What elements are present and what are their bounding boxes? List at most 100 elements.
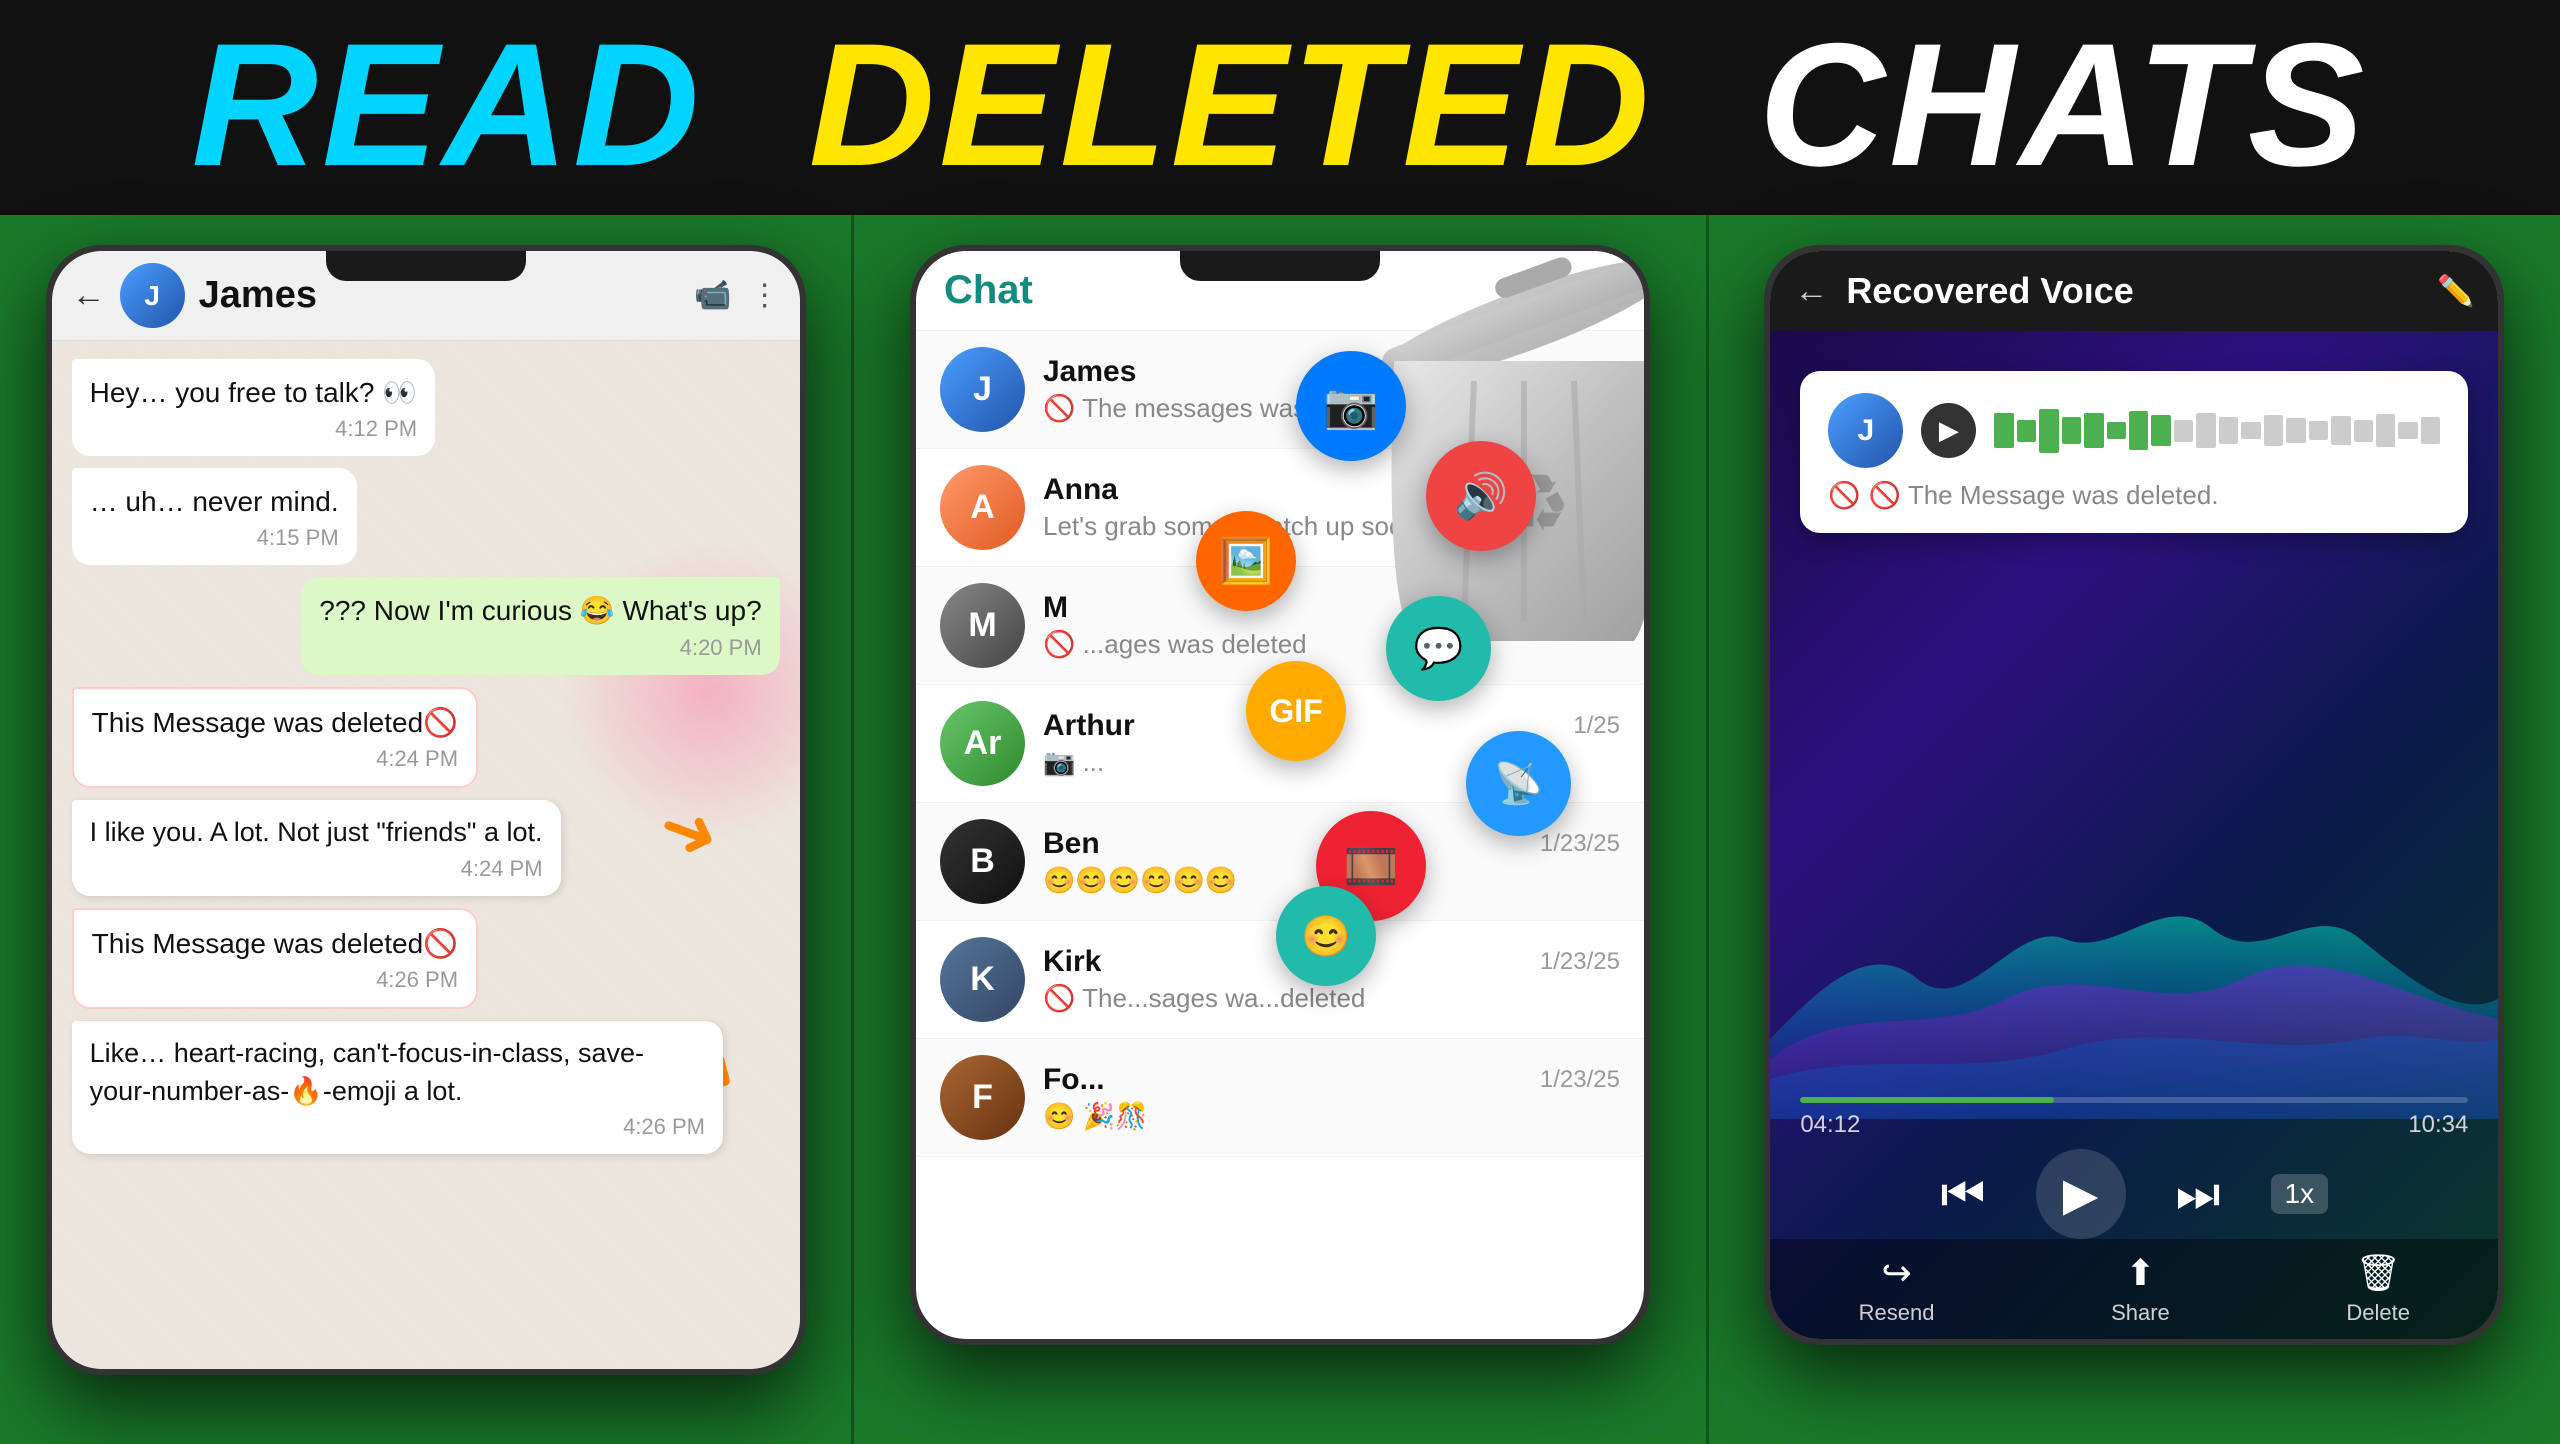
message-deleted-text-2: This Message was deleted🚫 xyxy=(92,924,458,963)
progress-bar-fill xyxy=(1800,1097,2054,1103)
cli-time-kirk: 1/23/25 xyxy=(1540,948,1620,976)
cli-name-row-james: James xyxy=(1043,355,1620,389)
cli-time-ben: 1/23/25 xyxy=(1540,830,1620,858)
chat-info-arthur: Arthur 1/25 📷 ... xyxy=(1043,709,1620,778)
avatar-anna: A xyxy=(940,465,1025,550)
chat-info-anna: Anna Let's grab some... catch up soo... xyxy=(1043,473,1620,542)
progress-area: 04:12 10:34 xyxy=(1770,1097,2498,1139)
voice-controls: ⏮ ▶ ⏭ 1x xyxy=(1770,1149,2498,1239)
voice-edit-icon[interactable]: ✏️ xyxy=(2437,274,2474,309)
chat-list-item-anna[interactable]: A Anna Let's grab some... catch up soo..… xyxy=(916,449,1644,567)
resend-button[interactable]: ↪ Resend xyxy=(1859,1252,1935,1326)
video-call-icon[interactable]: 📹 xyxy=(694,278,731,313)
message-text-2: … uh… never mind. xyxy=(90,482,339,521)
voice-message-card: J ▶ xyxy=(1800,371,2468,533)
share-icon: ⬆ xyxy=(2125,1252,2155,1294)
voice-back-button[interactable]: ← xyxy=(1794,272,1828,311)
header-icons: 📹 ⋮ xyxy=(694,278,779,313)
phone-panel-middle: Chat 🔍 ⋮ J James xyxy=(854,215,1708,1444)
chat-list-item-fo[interactable]: F Fo... 1/23/25 😊 🎉🎊 xyxy=(916,1039,1644,1157)
chat-list: J James 🚫 The messages was delete... A xyxy=(916,331,1644,1157)
cli-msg-kirk: 🚫 The...sages wa...deleted xyxy=(1043,983,1620,1014)
phone-notch-left xyxy=(326,251,526,281)
message-time-2: 4:15 PM xyxy=(90,525,339,551)
play-button[interactable]: ▶ xyxy=(1921,403,1976,458)
phone-notch-right xyxy=(2034,251,2234,281)
cli-name-m: M xyxy=(1043,591,1068,625)
skip-forward-button[interactable]: ⏭ xyxy=(2176,1165,2221,1224)
message-bubble-received: Hey… you free to talk? 👀 4:12 PM xyxy=(72,359,435,456)
chat-list-item-arthur[interactable]: Ar Arthur 1/25 📷 ... xyxy=(916,685,1644,803)
message-time-3: 4:20 PM xyxy=(319,635,761,661)
contact-avatar: J xyxy=(120,263,185,328)
message-row-1: Hey… you free to talk? 👀 4:12 PM xyxy=(72,359,780,456)
message-deleted-text-1: This Message was deleted🚫 xyxy=(92,703,458,742)
voice-deleted-notice: 🚫 🚫 The Message was deleted. xyxy=(1828,480,2440,511)
avatar-arthur: Ar xyxy=(940,701,1025,786)
avatar-m: M xyxy=(940,583,1025,668)
cli-name-row-kirk: Kirk 1/23/25 xyxy=(1043,945,1620,979)
total-time: 10:34 xyxy=(2408,1111,2468,1139)
phone-notch-middle xyxy=(1180,251,1380,281)
recovered-time-2: 4:26 PM xyxy=(90,1114,705,1140)
cli-name-arthur: Arthur xyxy=(1043,709,1135,743)
voice-screen: J ▶ xyxy=(1770,331,2498,1339)
message-deleted-1: This Message was deleted🚫 4:24 PM xyxy=(72,687,478,788)
cli-msg-fo: 😊 🎉🎊 xyxy=(1043,1101,1620,1132)
avatar-ben: B xyxy=(940,819,1025,904)
word-deleted: DELETED xyxy=(809,8,1654,203)
cli-time-fo: 1/23/25 xyxy=(1540,1066,1620,1094)
avatar-james: J xyxy=(940,347,1025,432)
voice-avatar: J xyxy=(1828,393,1903,468)
cli-name-row-anna: Anna xyxy=(1043,473,1620,507)
recovered-message-2: Like… heart-racing, can't-focus-in-class… xyxy=(72,1021,723,1155)
cli-msg-ben: 😊😊😊😊😊😊 xyxy=(1043,865,1620,896)
cli-time-arthur: 1/25 xyxy=(1573,712,1620,740)
message-bubble-received-2: … uh… never mind. 4:15 PM xyxy=(72,468,357,565)
chat-list-item-ben[interactable]: B Ben 1/23/25 😊😊😊😊😊😊 xyxy=(916,803,1644,921)
cli-name-anna: Anna xyxy=(1043,473,1118,507)
chat-info-ben: Ben 1/23/25 😊😊😊😊😊😊 xyxy=(1043,827,1620,896)
message-time: 4:12 PM xyxy=(90,416,417,442)
chat-list-item-kirk[interactable]: K Kirk 1/23/25 🚫 The...sages wa...delete… xyxy=(916,921,1644,1039)
cli-msg-anna: Let's grab some... catch up soo... xyxy=(1043,511,1620,542)
waveform-visualization xyxy=(1770,739,2498,1119)
chat-list-menu-icon[interactable]: ⋮ xyxy=(1584,272,1616,310)
chat-list-icons: 🔍 ⋮ xyxy=(1522,272,1616,310)
play-pause-button[interactable]: ▶ xyxy=(2036,1149,2126,1239)
chat-list-item-james[interactable]: J James 🚫 The messages was delete... xyxy=(916,331,1644,449)
waveform-bars xyxy=(1994,409,2440,453)
cli-name-row-arthur: Arthur 1/25 xyxy=(1043,709,1620,743)
message-deleted-time-2: 4:26 PM xyxy=(92,967,458,993)
word-chats: CHATS xyxy=(1759,8,2369,203)
skip-back-button[interactable]: ⏮ xyxy=(1941,1165,1986,1224)
cli-name-fo: Fo... xyxy=(1043,1063,1105,1097)
chat-info-m: M 1/25 🚫 ...ages was deleted xyxy=(1043,591,1620,660)
progress-bar-track[interactable] xyxy=(1800,1097,2468,1103)
share-button[interactable]: ⬆ Share xyxy=(2111,1252,2170,1326)
phone-panel-right: ← Recovered Voice ✏️ J ▶ xyxy=(1709,215,2560,1444)
menu-icon[interactable]: ⋮ xyxy=(750,278,780,313)
message-row-3: ??? Now I'm curious 😂 What's up? 4:20 PM xyxy=(72,577,780,674)
voice-action-bar: ↪ Resend ⬆ Share 🗑 Delete xyxy=(1770,1239,2498,1339)
cli-msg-james: 🚫 The messages was delete... xyxy=(1043,393,1620,424)
speed-badge[interactable]: 1x xyxy=(2271,1174,2329,1214)
cli-time-m: 1/25 xyxy=(1573,594,1620,622)
avatar-kirk: K xyxy=(940,937,1025,1022)
delete-button[interactable]: 🗑 Delete xyxy=(2346,1252,2410,1326)
message-row-5: I like you. A lot. Not just "friends" a … xyxy=(72,800,780,896)
resend-icon: ↪ xyxy=(1881,1252,1911,1294)
chat-info-fo: Fo... 1/23/25 😊 🎉🎊 xyxy=(1043,1063,1620,1132)
chat-list-item-m[interactable]: M M 1/25 🚫 ...ages was deleted xyxy=(916,567,1644,685)
recovered-text-2: Like… heart-racing, can't-focus-in-class… xyxy=(90,1035,705,1111)
chat-info-kirk: Kirk 1/23/25 🚫 The...sages wa...deleted xyxy=(1043,945,1620,1014)
back-button[interactable]: ← xyxy=(72,276,106,315)
progress-times: 04:12 10:34 xyxy=(1800,1111,2468,1139)
chat-list-title: Chat xyxy=(944,268,1033,313)
cli-name-row-m: M 1/25 xyxy=(1043,591,1620,625)
cli-name-row-fo: Fo... 1/23/25 xyxy=(1043,1063,1620,1097)
message-row-6: This Message was deleted🚫 4:26 PM xyxy=(72,908,780,1009)
message-text: Hey… you free to talk? 👀 xyxy=(90,373,417,412)
search-icon[interactable]: 🔍 xyxy=(1522,272,1562,310)
message-row-4: This Message was deleted🚫 4:24 PM xyxy=(72,687,780,788)
